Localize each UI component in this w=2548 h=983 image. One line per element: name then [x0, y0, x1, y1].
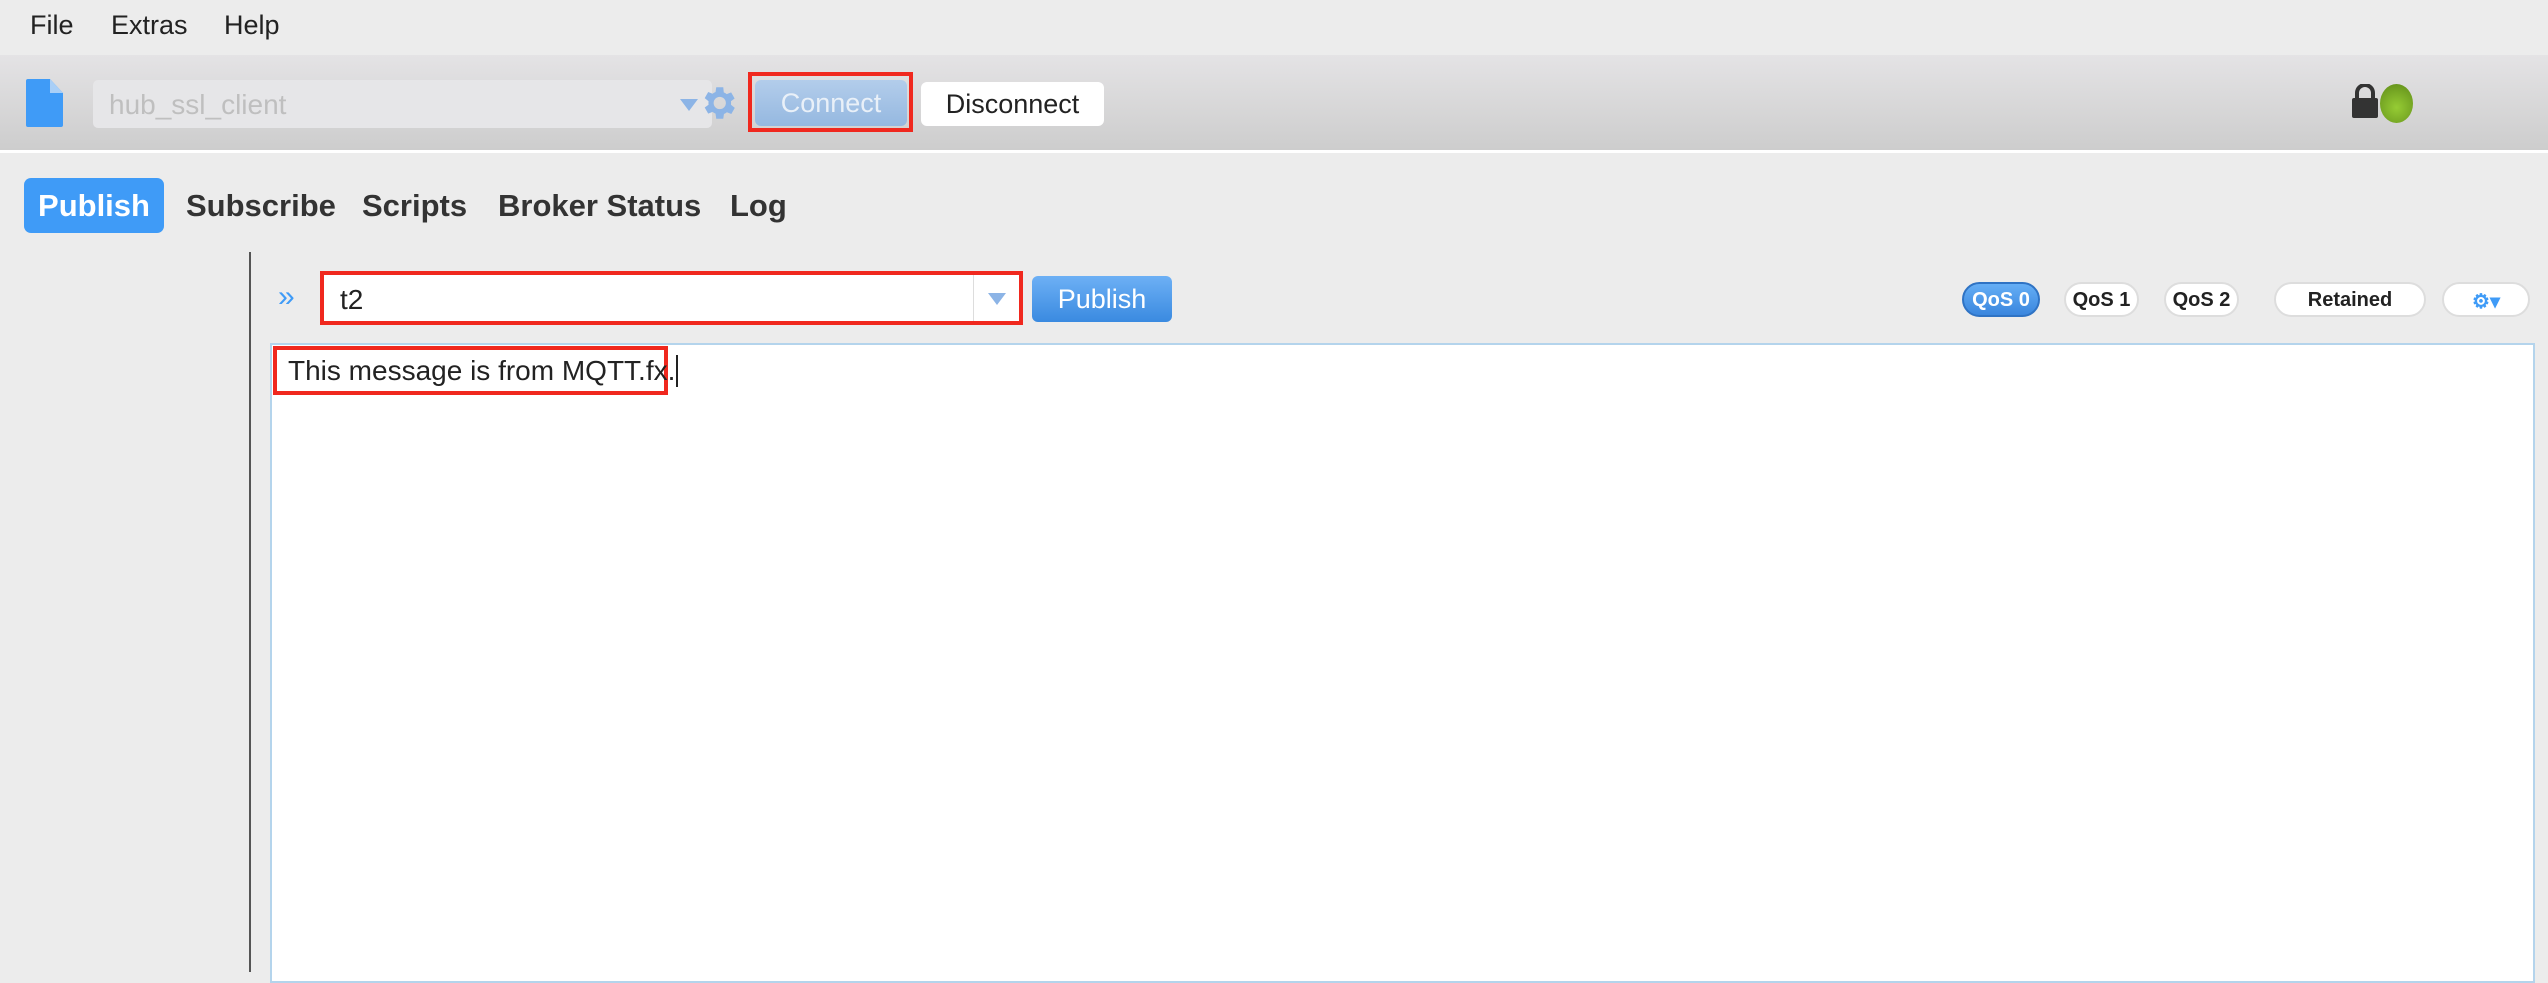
menu-file[interactable]: File	[30, 10, 74, 41]
chevron-down-icon	[988, 293, 1006, 305]
chevron-down-icon	[680, 99, 698, 111]
qos-0-button[interactable]: QoS 0	[1962, 282, 2040, 317]
topic-dropdown-button[interactable]	[973, 275, 1019, 321]
tab-broker-status[interactable]: Broker Status	[498, 178, 701, 233]
tab-publish[interactable]: Publish	[24, 178, 164, 233]
retained-button[interactable]: Retained	[2274, 282, 2426, 317]
tab-subscribe[interactable]: Subscribe	[186, 178, 336, 233]
settings-dropdown-button[interactable]: ⚙▾	[2442, 282, 2530, 317]
tab-scripts[interactable]: Scripts	[362, 178, 467, 233]
gears-icon: ⚙▾	[2472, 291, 2500, 313]
qos-1-button[interactable]: QoS 1	[2064, 282, 2139, 317]
tab-log[interactable]: Log	[730, 178, 787, 233]
menu-bar: File Extras Help	[0, 0, 2548, 55]
lock-icon	[2352, 84, 2378, 118]
message-textarea[interactable]	[270, 343, 2535, 983]
disconnect-button[interactable]: Disconnect	[921, 82, 1104, 126]
file-icon[interactable]	[26, 79, 63, 127]
profile-value: hub_ssl_client	[109, 89, 287, 120]
menu-help[interactable]: Help	[224, 10, 280, 41]
gear-icon[interactable]	[697, 81, 739, 125]
connection-status-indicator	[2380, 84, 2413, 123]
message-text: This message is from MQTT.fx.	[288, 355, 679, 387]
topic-input[interactable]: t2	[340, 284, 363, 316]
menu-extras[interactable]: Extras	[111, 10, 188, 41]
qos-2-button[interactable]: QoS 2	[2164, 282, 2239, 317]
expand-icon[interactable]: »	[278, 280, 295, 314]
topic-combo[interactable]: t2	[320, 271, 1023, 325]
pane-divider[interactable]	[249, 252, 251, 972]
publish-button[interactable]: Publish	[1032, 276, 1172, 322]
connect-button[interactable]: Connect	[755, 80, 907, 126]
connection-profile-select[interactable]: hub_ssl_client	[93, 80, 712, 128]
